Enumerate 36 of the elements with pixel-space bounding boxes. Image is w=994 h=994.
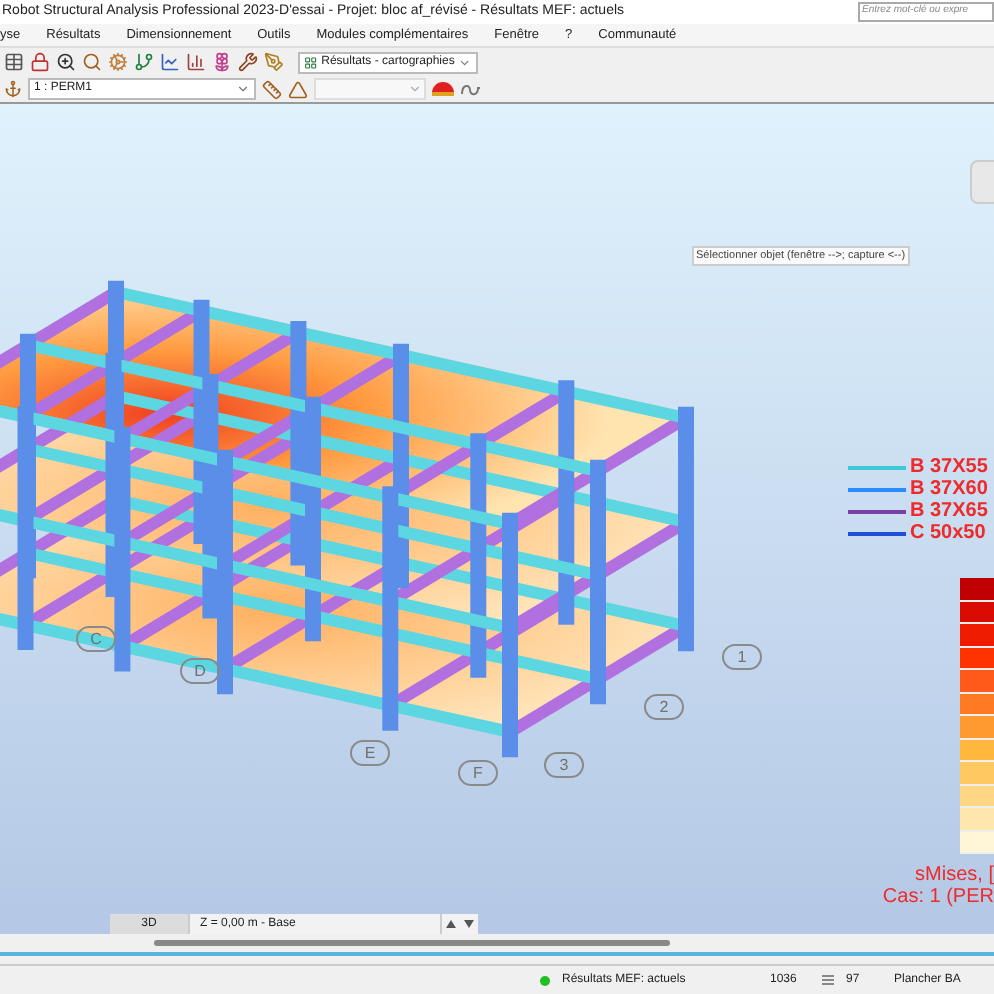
grid-axis-label: E	[350, 740, 390, 766]
grid-axis-label: F	[458, 760, 498, 786]
grid-icon	[822, 974, 834, 986]
grid-axis-label: 3	[544, 752, 584, 778]
legend-label: C 50x50	[910, 520, 986, 548]
dome-icon[interactable]	[432, 82, 454, 96]
table-icon[interactable]	[4, 52, 24, 72]
caret-icon	[408, 82, 422, 96]
grid-axis-label: 1	[722, 644, 762, 670]
down-arrow-button[interactable]	[460, 914, 478, 934]
triangle-icon[interactable]	[288, 79, 308, 99]
caret-icon	[458, 55, 472, 69]
caret-icon	[236, 82, 250, 96]
zoom-in-icon[interactable]	[56, 52, 76, 72]
wrench-icon[interactable]	[238, 52, 258, 72]
flower-icon[interactable]	[212, 52, 232, 72]
pen-icon[interactable]	[264, 52, 284, 72]
scrollbar-thumb[interactable]	[154, 940, 670, 946]
scale-caption: sMises, [	[915, 864, 994, 886]
lock-icon[interactable]	[30, 52, 50, 72]
grid-axis-label: C	[76, 626, 116, 652]
legend-label: B 37X65	[910, 498, 988, 524]
search-icon[interactable]	[82, 52, 102, 72]
grid-axis-label: 2	[644, 694, 684, 720]
ruler-icon[interactable]	[262, 79, 282, 99]
up-arrow-button[interactable]	[442, 914, 460, 934]
map-icon	[304, 55, 318, 69]
bar-chart-icon[interactable]	[186, 52, 206, 72]
scale-caption: Cas: 1 (PER	[882, 886, 994, 908]
branch-icon[interactable]	[134, 52, 154, 72]
spring-icon[interactable]	[460, 81, 482, 97]
line-chart-icon[interactable]	[160, 52, 180, 72]
legend-label: B 37X60	[910, 476, 988, 502]
legend-label: B 37X55	[910, 454, 988, 480]
support-icon[interactable]	[4, 80, 22, 98]
gear-icon[interactable]	[108, 52, 128, 72]
